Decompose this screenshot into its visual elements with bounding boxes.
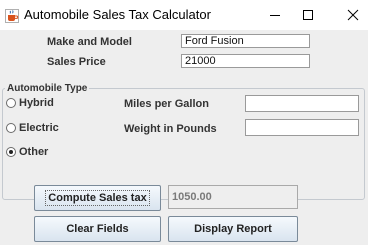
window-content: Make and Model Ford Fusion Sales Price 2… [0, 30, 368, 245]
close-button[interactable] [330, 0, 368, 30]
radio-other-label: Other [19, 146, 49, 158]
automobile-type-title: Automobile Type [5, 83, 90, 94]
radio-electric-label: Electric [19, 122, 59, 134]
sales-price-label: Sales Price [47, 56, 106, 68]
mpg-input[interactable] [245, 95, 359, 112]
radio-button-checked-icon [6, 147, 16, 157]
compute-sales-tax-label: Compute Sales tax [45, 190, 150, 206]
clear-fields-label: Clear Fields [66, 223, 129, 235]
close-icon [347, 9, 359, 21]
radio-electric[interactable]: Electric [6, 121, 59, 135]
compute-sales-tax-button[interactable]: Compute Sales tax [34, 185, 161, 211]
title-bar: Automobile Sales Tax Calculator [0, 0, 368, 30]
sales-price-input[interactable]: 21000 [181, 54, 310, 68]
maximize-icon [303, 10, 313, 20]
java-cup-icon [5, 8, 19, 23]
maximize-button[interactable] [285, 0, 331, 30]
make-model-label: Make and Model [47, 36, 132, 48]
minimize-icon [270, 15, 280, 16]
radio-button-icon [6, 123, 16, 133]
radio-hybrid[interactable]: Hybrid [6, 96, 54, 110]
clear-fields-button[interactable]: Clear Fields [34, 216, 161, 242]
sales-tax-result-field: 1050.00 [168, 185, 298, 209]
weight-label: Weight in Pounds [124, 123, 217, 135]
radio-button-icon [6, 98, 16, 108]
weight-input[interactable] [245, 119, 359, 136]
radio-hybrid-label: Hybrid [19, 97, 54, 109]
radio-other[interactable]: Other [6, 145, 48, 159]
make-model-input[interactable]: Ford Fusion [181, 34, 310, 48]
mpg-label: Miles per Gallon [124, 98, 209, 110]
window-title: Automobile Sales Tax Calculator [24, 7, 211, 22]
display-report-label: Display Report [194, 223, 272, 235]
display-report-button[interactable]: Display Report [168, 216, 298, 242]
